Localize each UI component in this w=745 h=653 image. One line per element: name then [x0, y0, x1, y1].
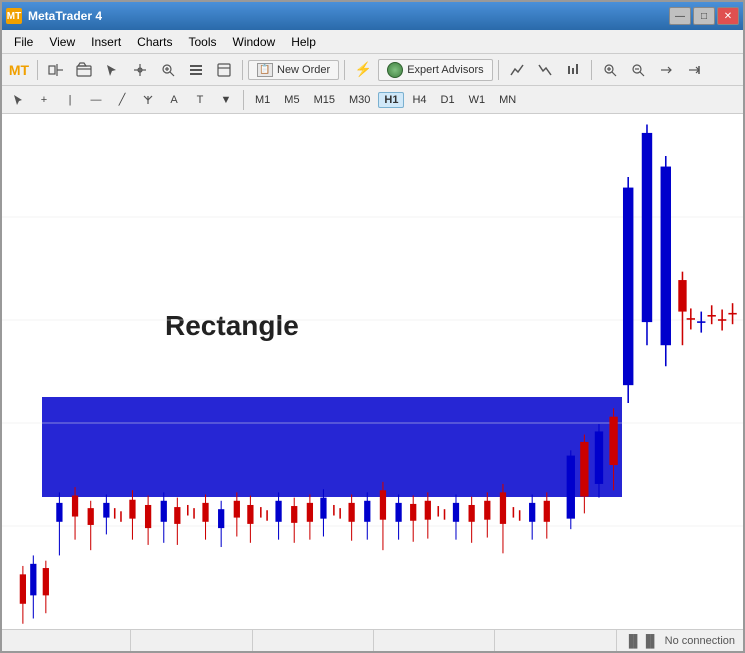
window-title: MetaTrader 4	[28, 9, 102, 23]
sep4	[498, 60, 499, 80]
vertical-line-btn[interactable]: |	[58, 89, 82, 111]
arrow-btn[interactable]: ▼	[214, 89, 238, 111]
signal-bars-icon: ▐▌▐▌	[625, 634, 659, 648]
new-order-btn[interactable]: 📋 New Order	[248, 60, 339, 80]
title-buttons: — □ ✕	[669, 7, 739, 25]
text-label-btn[interactable]: T	[188, 89, 212, 111]
period-m5[interactable]: M5	[278, 92, 305, 108]
chart-shift-btn[interactable]	[653, 58, 679, 82]
menu-bar: File View Insert Charts Tools Window Hel…	[2, 30, 743, 54]
new-order-label: New Order	[277, 64, 330, 76]
menu-window[interactable]: Window	[225, 33, 284, 51]
status-right: ▐▌▐▌ No connection	[625, 634, 735, 648]
sep3	[344, 60, 345, 80]
expert-advisors-label: Expert Advisors	[407, 64, 483, 76]
status-seg-3	[253, 630, 374, 651]
sep-period	[243, 90, 244, 110]
sep1	[37, 60, 38, 80]
zoom-out-btn[interactable]	[625, 58, 651, 82]
menu-insert[interactable]: Insert	[83, 33, 129, 51]
expert-icon	[387, 62, 403, 78]
menu-help[interactable]: Help	[283, 33, 324, 51]
period-mn[interactable]: MN	[493, 92, 522, 108]
app-icon: MT	[6, 8, 22, 24]
open-btn[interactable]	[71, 58, 97, 82]
toolbar2: + | — ╱ A T ▼ M1 M5 M15 M30 H1 H4 D1 W1 …	[2, 86, 743, 114]
crosshair-tool-btn[interactable]: +	[32, 89, 56, 111]
status-seg-4	[374, 630, 495, 651]
template-btn[interactable]	[211, 58, 237, 82]
cursor-btn[interactable]	[99, 58, 125, 82]
status-bar: ▐▌▐▌ No connection	[2, 629, 743, 651]
maximize-button[interactable]: □	[693, 7, 715, 25]
chart-type-btn[interactable]	[560, 58, 586, 82]
zoom-magnify-btn[interactable]	[597, 58, 623, 82]
close-button[interactable]: ✕	[717, 7, 739, 25]
period-d1[interactable]: D1	[435, 92, 461, 108]
period-m1[interactable]: M1	[249, 92, 276, 108]
period-m15[interactable]: M15	[308, 92, 341, 108]
minimize-button[interactable]: —	[669, 7, 691, 25]
menu-file[interactable]: File	[6, 33, 41, 51]
connection-status: No connection	[665, 635, 735, 647]
zoom-in-btn[interactable]	[155, 58, 181, 82]
expert-advisors-btn[interactable]: Expert Advisors	[378, 59, 492, 81]
toolbar1: MT 📋 New Order ⚡ Expe	[2, 54, 743, 86]
chart-svg	[2, 114, 743, 629]
menu-view[interactable]: View	[41, 33, 83, 51]
text-tool-btn[interactable]: A	[162, 89, 186, 111]
title-bar: MT MetaTrader 4 — □ ✕	[2, 2, 743, 30]
properties-btn[interactable]	[183, 58, 209, 82]
status-seg-5	[495, 630, 616, 651]
main-window: MT MetaTrader 4 — □ ✕ File View Insert C…	[0, 0, 745, 653]
sep2	[242, 60, 243, 80]
period-m30[interactable]: M30	[343, 92, 376, 108]
menu-charts[interactable]: Charts	[129, 33, 180, 51]
status-segments	[10, 630, 617, 651]
chart-up-btn[interactable]	[504, 58, 530, 82]
horizontal-line-btn[interactable]: —	[84, 89, 108, 111]
period-w1[interactable]: W1	[463, 92, 492, 108]
autoscroll-btn[interactable]	[681, 58, 707, 82]
new-order-icon: 📋	[257, 63, 273, 77]
trendline-btn[interactable]: ╱	[110, 89, 134, 111]
cursor-tool-btn[interactable]	[6, 89, 30, 111]
title-bar-left: MT MetaTrader 4	[6, 8, 102, 24]
sep5	[591, 60, 592, 80]
status-seg-1	[10, 630, 131, 651]
app-logo-btn[interactable]: MT	[6, 58, 32, 82]
period-h1[interactable]: H1	[378, 92, 404, 108]
status-seg-2	[131, 630, 252, 651]
period-h4[interactable]: H4	[406, 92, 432, 108]
new-chart-btn[interactable]	[43, 58, 69, 82]
chart-down-btn[interactable]	[532, 58, 558, 82]
pitchfork-btn[interactable]	[136, 89, 160, 111]
signal-btn[interactable]: ⚡	[350, 58, 376, 82]
crosshair-btn[interactable]	[127, 58, 153, 82]
chart-area[interactable]: Rectangle	[2, 114, 743, 629]
menu-tools[interactable]: Tools	[181, 33, 225, 51]
